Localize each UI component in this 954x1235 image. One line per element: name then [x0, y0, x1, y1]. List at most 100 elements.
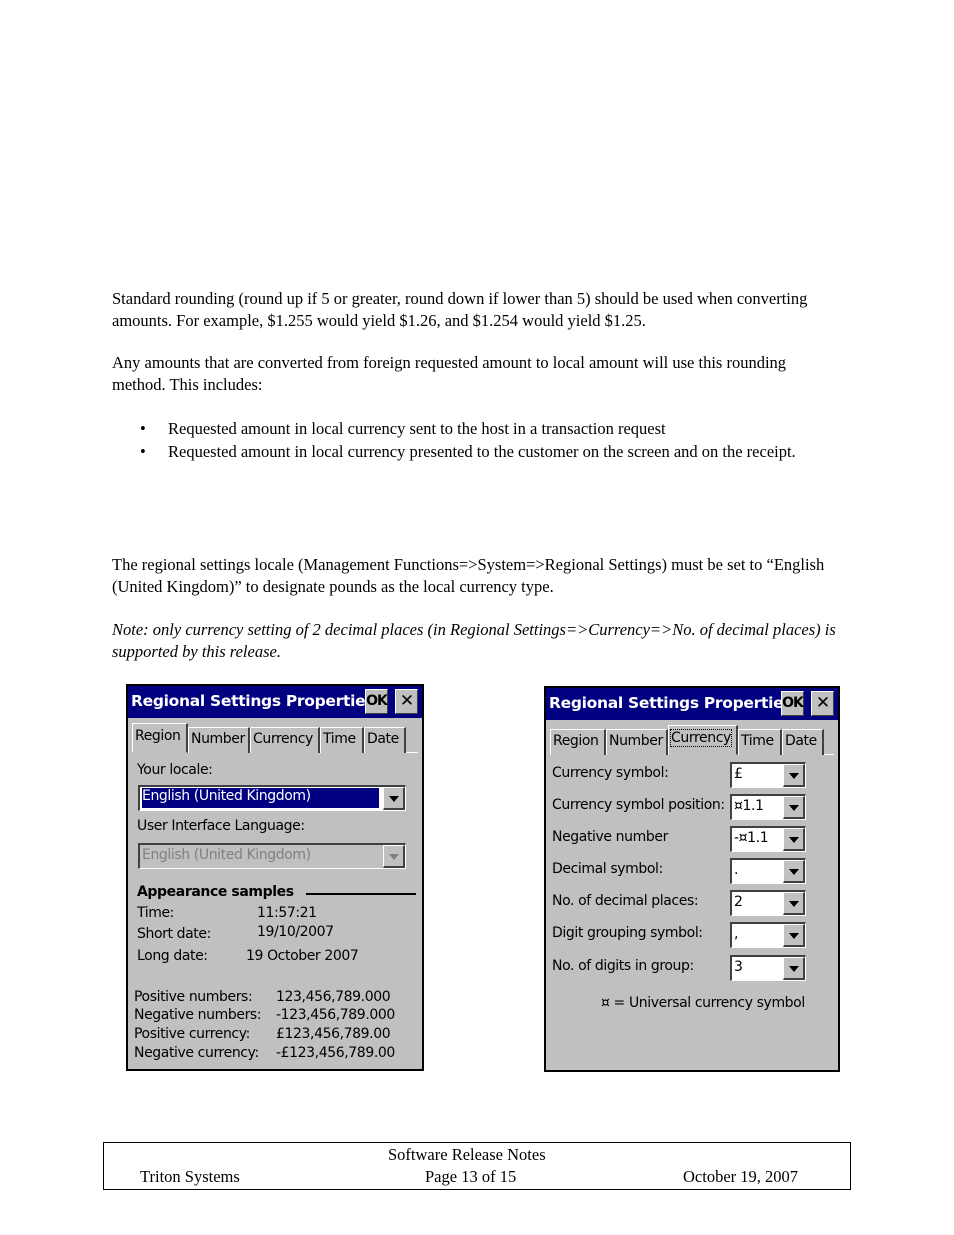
dropdown-button[interactable] [783, 957, 805, 980]
list-item: • Requested amount in local currency pres… [112, 441, 842, 464]
tab-time[interactable]: Time [738, 729, 782, 755]
chevron-down-icon [389, 854, 399, 860]
dropdown-button[interactable] [783, 860, 805, 883]
currency-position-label: Currency symbol position: [552, 797, 725, 813]
note-paragraph: Note: only currency setting of 2 decimal… [112, 620, 836, 661]
sample-label: Time: [137, 905, 174, 921]
regional-settings-dialog-region: Regional Settings Properties OK ✕ Region… [126, 684, 424, 1071]
sample-label: Short date: [137, 926, 211, 942]
page-footer: Software Release Notes Triton Systems Pa… [103, 1142, 851, 1190]
dropdown-button[interactable] [783, 796, 805, 819]
document-date: October 19, 2007 [683, 1167, 799, 1186]
negative-number-label: Negative number [552, 829, 668, 845]
tab-label: Number [191, 731, 245, 747]
dropdown-button[interactable] [783, 892, 805, 915]
list-item-text: Requested amount in local currency sent … [168, 419, 666, 438]
digit-grouping-value: , [734, 926, 739, 942]
decimal-places-label: No. of decimal places: [552, 893, 699, 909]
sample-value: 11:57:21 [257, 905, 317, 921]
tab-label: Currency [670, 729, 732, 747]
tab-label: Region [135, 728, 181, 744]
tab-region[interactable]: Region [550, 729, 606, 755]
sample-label: Long date: [137, 948, 208, 964]
tab-label: Time [323, 731, 356, 747]
decimal-symbol-value: . [734, 862, 739, 878]
chevron-down-icon [789, 869, 799, 875]
number-sample-label: Positive numbers: [134, 989, 253, 1005]
your-locale-select[interactable]: English (United Kingdom) [138, 785, 406, 811]
dialog-title: Regional Settings Properties [131, 692, 375, 710]
decimal-places-select[interactable]: 2 [730, 890, 806, 916]
title-bar: Regional Settings Properties OK ✕ [546, 688, 838, 720]
number-sample-value: -123,456,789.000 [276, 1007, 395, 1023]
currency-symbol-select[interactable]: £ [730, 762, 806, 788]
tab-label: Number [609, 733, 663, 749]
sample-value: 19/10/2007 [257, 924, 334, 940]
dropdown-button[interactable] [383, 787, 405, 810]
tab-currency[interactable]: Currency [668, 725, 738, 755]
ui-language-value: English (United Kingdom) [142, 847, 311, 863]
regional-settings-dialog-currency: Regional Settings Properties OK ✕ Region… [544, 686, 840, 1072]
tab-time[interactable]: Time [320, 727, 364, 753]
dropdown-button[interactable] [783, 764, 805, 787]
tab-label: Date [785, 733, 817, 749]
bullet-list: • Requested amount in local currency sent… [112, 418, 842, 463]
document-title: Software Release Notes [388, 1145, 546, 1164]
dropdown-button [383, 845, 405, 868]
chevron-down-icon [789, 837, 799, 843]
chevron-down-icon [789, 966, 799, 972]
tab-strip: Region Number Currency Time Date [132, 723, 418, 753]
chevron-down-icon [789, 773, 799, 779]
negative-number-select[interactable]: -¤1.1 [730, 826, 806, 852]
chevron-down-icon [789, 933, 799, 939]
appearance-samples-title: Appearance samples [137, 884, 294, 900]
company-name: Triton Systems [140, 1167, 240, 1186]
number-sample-value: 123,456,789.000 [276, 989, 391, 1005]
tab-label: Currency [253, 731, 313, 747]
bullet-icon: • [140, 419, 146, 438]
decimal-symbol-label: Decimal symbol: [552, 861, 663, 877]
tab-label: Time [741, 733, 774, 749]
group-divider [306, 893, 416, 895]
sample-value: 19 October 2007 [246, 948, 359, 964]
digit-grouping-select[interactable]: , [730, 922, 806, 948]
tab-date[interactable]: Date [364, 727, 406, 753]
your-locale-value: English (United Kingdom) [141, 787, 380, 809]
list-item: • Requested amount in local currency sent… [112, 418, 842, 441]
currency-position-select[interactable]: ¤1.1 [730, 794, 806, 820]
number-sample-label: Negative currency: [134, 1045, 259, 1061]
decimal-symbol-select[interactable]: . [730, 858, 806, 884]
ui-language-label: User Interface Language: [137, 818, 305, 834]
number-sample-value: -£123,456,789.00 [276, 1045, 395, 1061]
number-sample-label: Positive currency: [134, 1026, 250, 1042]
list-item-text: Requested amount in local currency prese… [168, 441, 796, 461]
chevron-down-icon [389, 796, 399, 802]
tab-number[interactable]: Number [606, 729, 668, 755]
bullet-icon: • [140, 441, 146, 461]
decimal-places-value: 2 [734, 894, 743, 910]
dialog-title: Regional Settings Properties [549, 694, 793, 712]
close-icon[interactable]: ✕ [811, 691, 834, 716]
tab-date[interactable]: Date [782, 729, 824, 755]
dropdown-button[interactable] [783, 828, 805, 851]
tab-label: Date [367, 731, 399, 747]
rounding-paragraph: Standard rounding (round up if 5 or grea… [112, 289, 808, 330]
tab-label: Region [553, 733, 599, 749]
currency-symbol-value: £ [734, 766, 743, 782]
digit-grouping-label: Digit grouping symbol: [552, 925, 703, 941]
digits-in-group-label: No. of digits in group: [552, 958, 694, 974]
ok-button[interactable]: OK [781, 691, 804, 716]
tab-region[interactable]: Region [132, 723, 188, 753]
ok-button[interactable]: OK [365, 689, 388, 714]
currency-legend: ¤ = Universal currency symbol [601, 995, 805, 1011]
ui-language-select: English (United Kingdom) [138, 843, 406, 869]
currency-symbol-label: Currency symbol: [552, 765, 669, 781]
tab-currency[interactable]: Currency [250, 727, 320, 753]
digits-in-group-select[interactable]: 3 [730, 955, 806, 981]
number-sample-value: £123,456,789.00 [276, 1026, 391, 1042]
tab-number[interactable]: Number [188, 727, 250, 753]
number-sample-label: Negative numbers: [134, 1007, 262, 1023]
page-number: Page 13 of 15 [425, 1167, 517, 1186]
dropdown-button[interactable] [783, 924, 805, 947]
close-icon[interactable]: ✕ [395, 689, 418, 714]
